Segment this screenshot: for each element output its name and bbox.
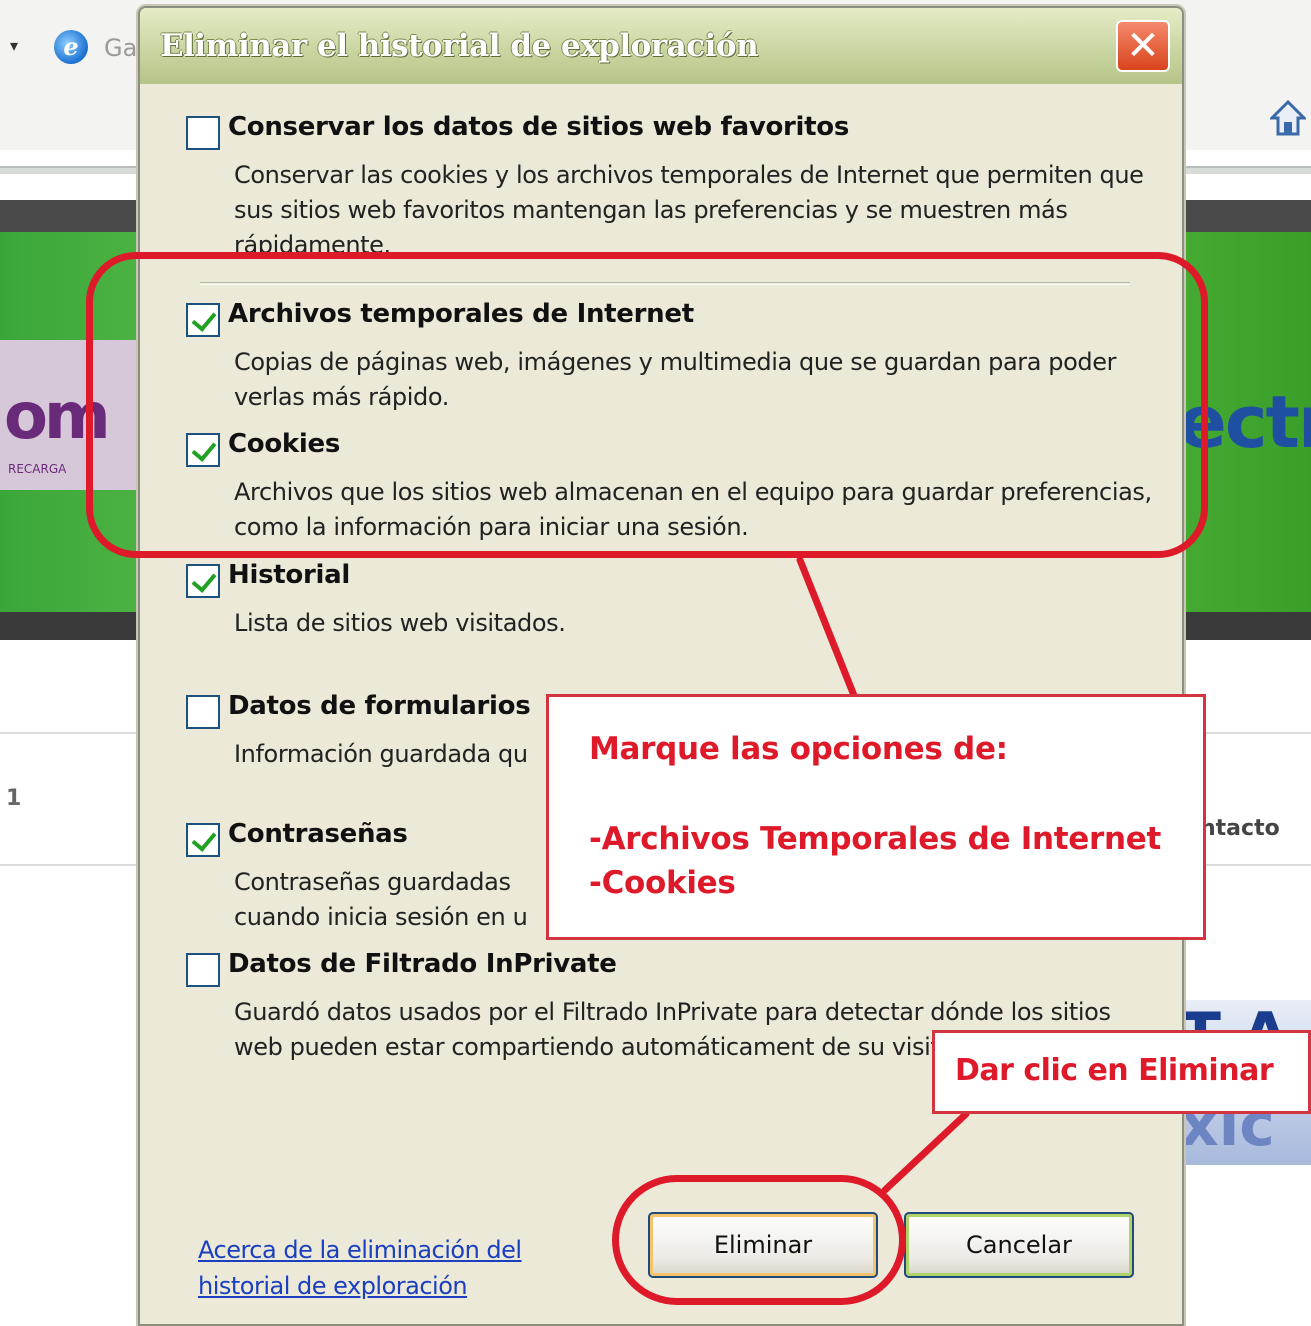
dropdown-arrow-icon[interactable]: ▾ xyxy=(10,36,18,55)
website-side-text: 1 xyxy=(6,786,22,811)
option-passwords-desc: Contraseñas guardadas cuando inicia sesi… xyxy=(234,868,528,931)
checkbox-history[interactable] xyxy=(186,564,220,598)
option-inprivate-title: Datos de Filtrado InPrivate xyxy=(228,949,617,979)
instruction-callout: Marque las opciones de: -Archivos Tempor… xyxy=(546,694,1206,940)
dialog-titlebar[interactable]: Eliminar el historial de exploración ✕ xyxy=(140,8,1182,84)
checkbox-inprivate[interactable] xyxy=(186,953,220,987)
checkbox-form-data[interactable] xyxy=(186,695,220,729)
click-delete-text: Dar clic en Eliminar xyxy=(955,1053,1274,1088)
website-contacto-link[interactable]: ntacto xyxy=(1200,816,1280,841)
checkbox-favorites[interactable] xyxy=(186,116,220,150)
instruction-line-2: -Archivos Temporales de Internet xyxy=(589,821,1161,857)
delete-history-dialog: Eliminar el historial de exploración ✕ C… xyxy=(138,6,1184,1326)
option-history-desc: Lista de sitios web visitados. xyxy=(234,609,566,637)
option-passwords-title: Contraseñas xyxy=(228,819,408,849)
click-delete-callout: Dar clic en Eliminar xyxy=(932,1030,1311,1114)
internet-explorer-icon: e xyxy=(54,30,88,64)
cancel-button[interactable]: Cancelar xyxy=(904,1212,1134,1278)
highlight-delete-button xyxy=(612,1175,906,1305)
option-history-title: Historial xyxy=(228,560,350,590)
dialog-title: Eliminar el historial de exploración xyxy=(160,28,759,64)
instruction-line-1: Marque las opciones de: xyxy=(589,731,1008,767)
home-icon[interactable] xyxy=(1270,98,1306,138)
checkbox-passwords[interactable] xyxy=(186,823,220,857)
option-favorites-title: Conservar los datos de sitios web favori… xyxy=(228,112,850,142)
option-form-data-title: Datos de formularios xyxy=(228,691,531,721)
about-deletion-link[interactable]: Acerca de la eliminación del historial d… xyxy=(198,1232,598,1304)
close-button[interactable]: ✕ xyxy=(1116,20,1170,72)
browser-tab-text[interactable]: Ga xyxy=(104,34,137,62)
highlight-selected-options xyxy=(86,252,1208,558)
instruction-line-3: -Cookies xyxy=(589,865,736,901)
option-favorites-desc: Conservar las cookies y los archivos tem… xyxy=(234,161,1144,259)
website-logo-sub: RECARGA xyxy=(8,462,67,476)
